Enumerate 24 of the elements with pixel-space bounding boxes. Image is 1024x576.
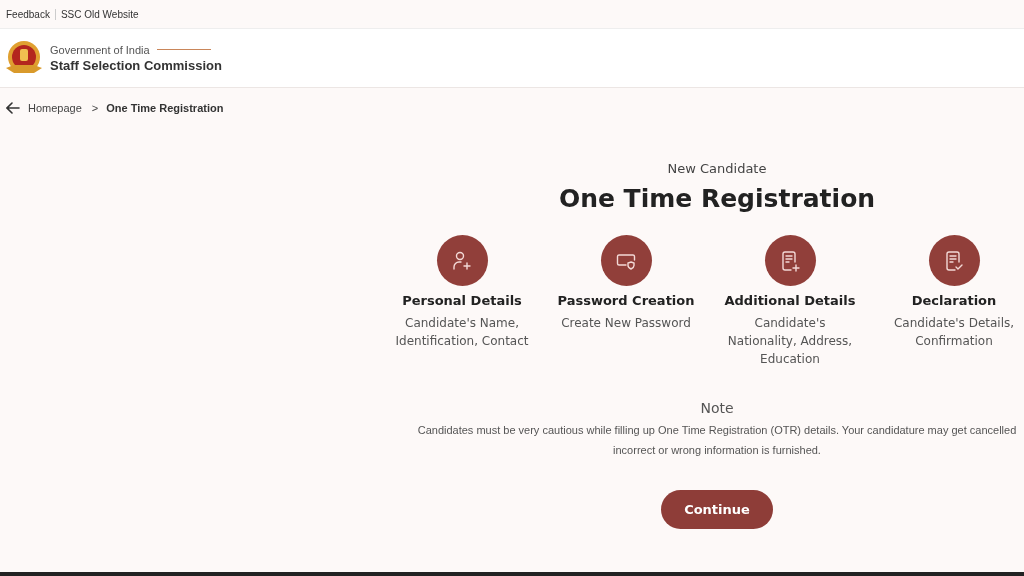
breadcrumb-separator: > [91, 102, 99, 114]
header-subtitle: Government of India [50, 43, 150, 56]
eyebrow-text: New Candidate [667, 161, 767, 176]
step-title: Password Creation [557, 293, 695, 308]
top-link[interactable]: SSC Old Website [55, 8, 144, 20]
back-arrow-icon[interactable] [6, 101, 20, 115]
document-add-icon [779, 249, 801, 272]
note-text: Candidates must be very cautious while filling up One Time Registration (OTR) details. Your candidature may get cancelled incorrect or wrong information is furnished. [417, 423, 1017, 458]
step-description: Create New Password [561, 315, 691, 332]
note-title: Note [700, 400, 734, 416]
step-description: Candidate's Nationality, Address, Education [727, 315, 853, 368]
step-title: Additional Details [724, 293, 856, 308]
document-check-icon [943, 249, 965, 272]
step-description: Candidate's Details, Confirmation [893, 315, 1015, 350]
step-description: Candidate's Name, Identification, Contact [395, 315, 529, 350]
continue-button[interactable]: Continue [661, 490, 773, 529]
header-title: Staff Selection Commission [50, 57, 222, 73]
page-heading: One Time Registration [558, 184, 876, 213]
step-title: Personal Details [402, 293, 522, 308]
step-title: Declaration [911, 293, 997, 308]
breadcrumb-current: One Time Registration [106, 102, 224, 114]
person-add-icon [451, 249, 473, 272]
top-link[interactable]: Feedback [6, 8, 56, 20]
breadcrumb-link[interactable]: Homepage [28, 102, 82, 114]
